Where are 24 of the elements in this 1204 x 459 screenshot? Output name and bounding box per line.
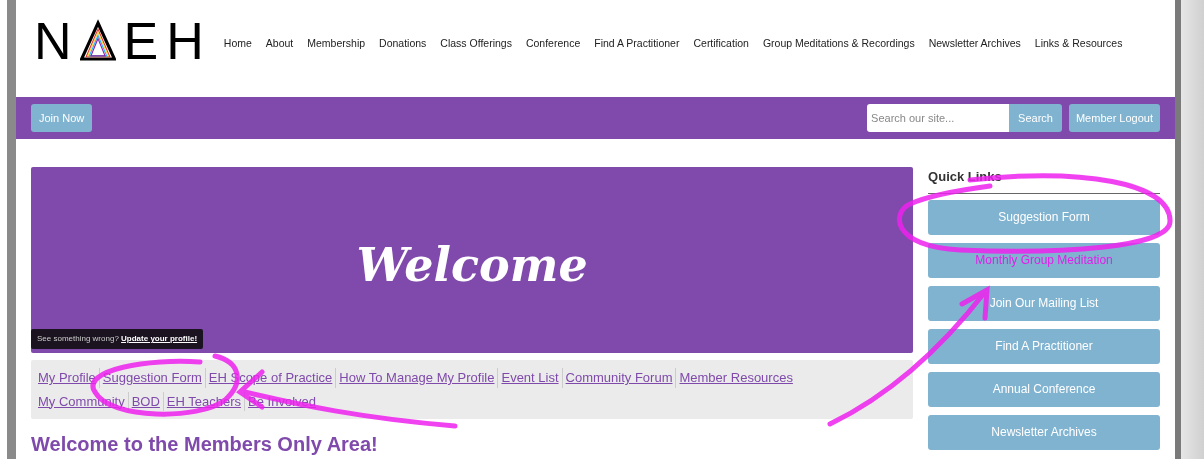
nav-link[interactable]: Certification: [693, 36, 749, 52]
nav-link[interactable]: Links & Resources: [1034, 36, 1123, 52]
nav-link[interactable]: Class Offerings: [440, 36, 512, 52]
nav-link[interactable]: Membership: [307, 36, 366, 52]
member-link[interactable]: Community Forum: [561, 368, 676, 388]
member-link[interactable]: Member Resources: [675, 368, 796, 388]
member-link[interactable]: Suggestion Form: [98, 368, 205, 388]
member-link[interactable]: Event List: [497, 368, 562, 388]
nav-link[interactable]: Home: [223, 36, 252, 52]
update-profile-link[interactable]: Update your profile!: [121, 334, 198, 343]
logo[interactable]: N EH: [34, 16, 212, 66]
member-link[interactable]: How To Manage My Profile: [335, 368, 498, 388]
member-link[interactable]: My Profile: [37, 368, 99, 388]
nav-link[interactable]: Conference: [525, 36, 581, 52]
nav-link[interactable]: About: [265, 36, 294, 52]
nav-link[interactable]: Find A Practitioner: [594, 36, 680, 52]
search-field[interactable]: Search our site...: [867, 104, 1010, 133]
nav-link[interactable]: Donations: [379, 36, 427, 52]
member-link[interactable]: BOD: [127, 391, 163, 411]
banner-title: Welcome: [356, 236, 588, 294]
nav-link[interactable]: Group Meditations & Recordings: [762, 36, 915, 52]
profile-notice: See something wrong? Update your profile!: [31, 329, 204, 349]
nav-link[interactable]: Newsletter Archives: [928, 36, 1021, 52]
page-heading: Welcome to the Members Only Area!: [31, 432, 379, 457]
